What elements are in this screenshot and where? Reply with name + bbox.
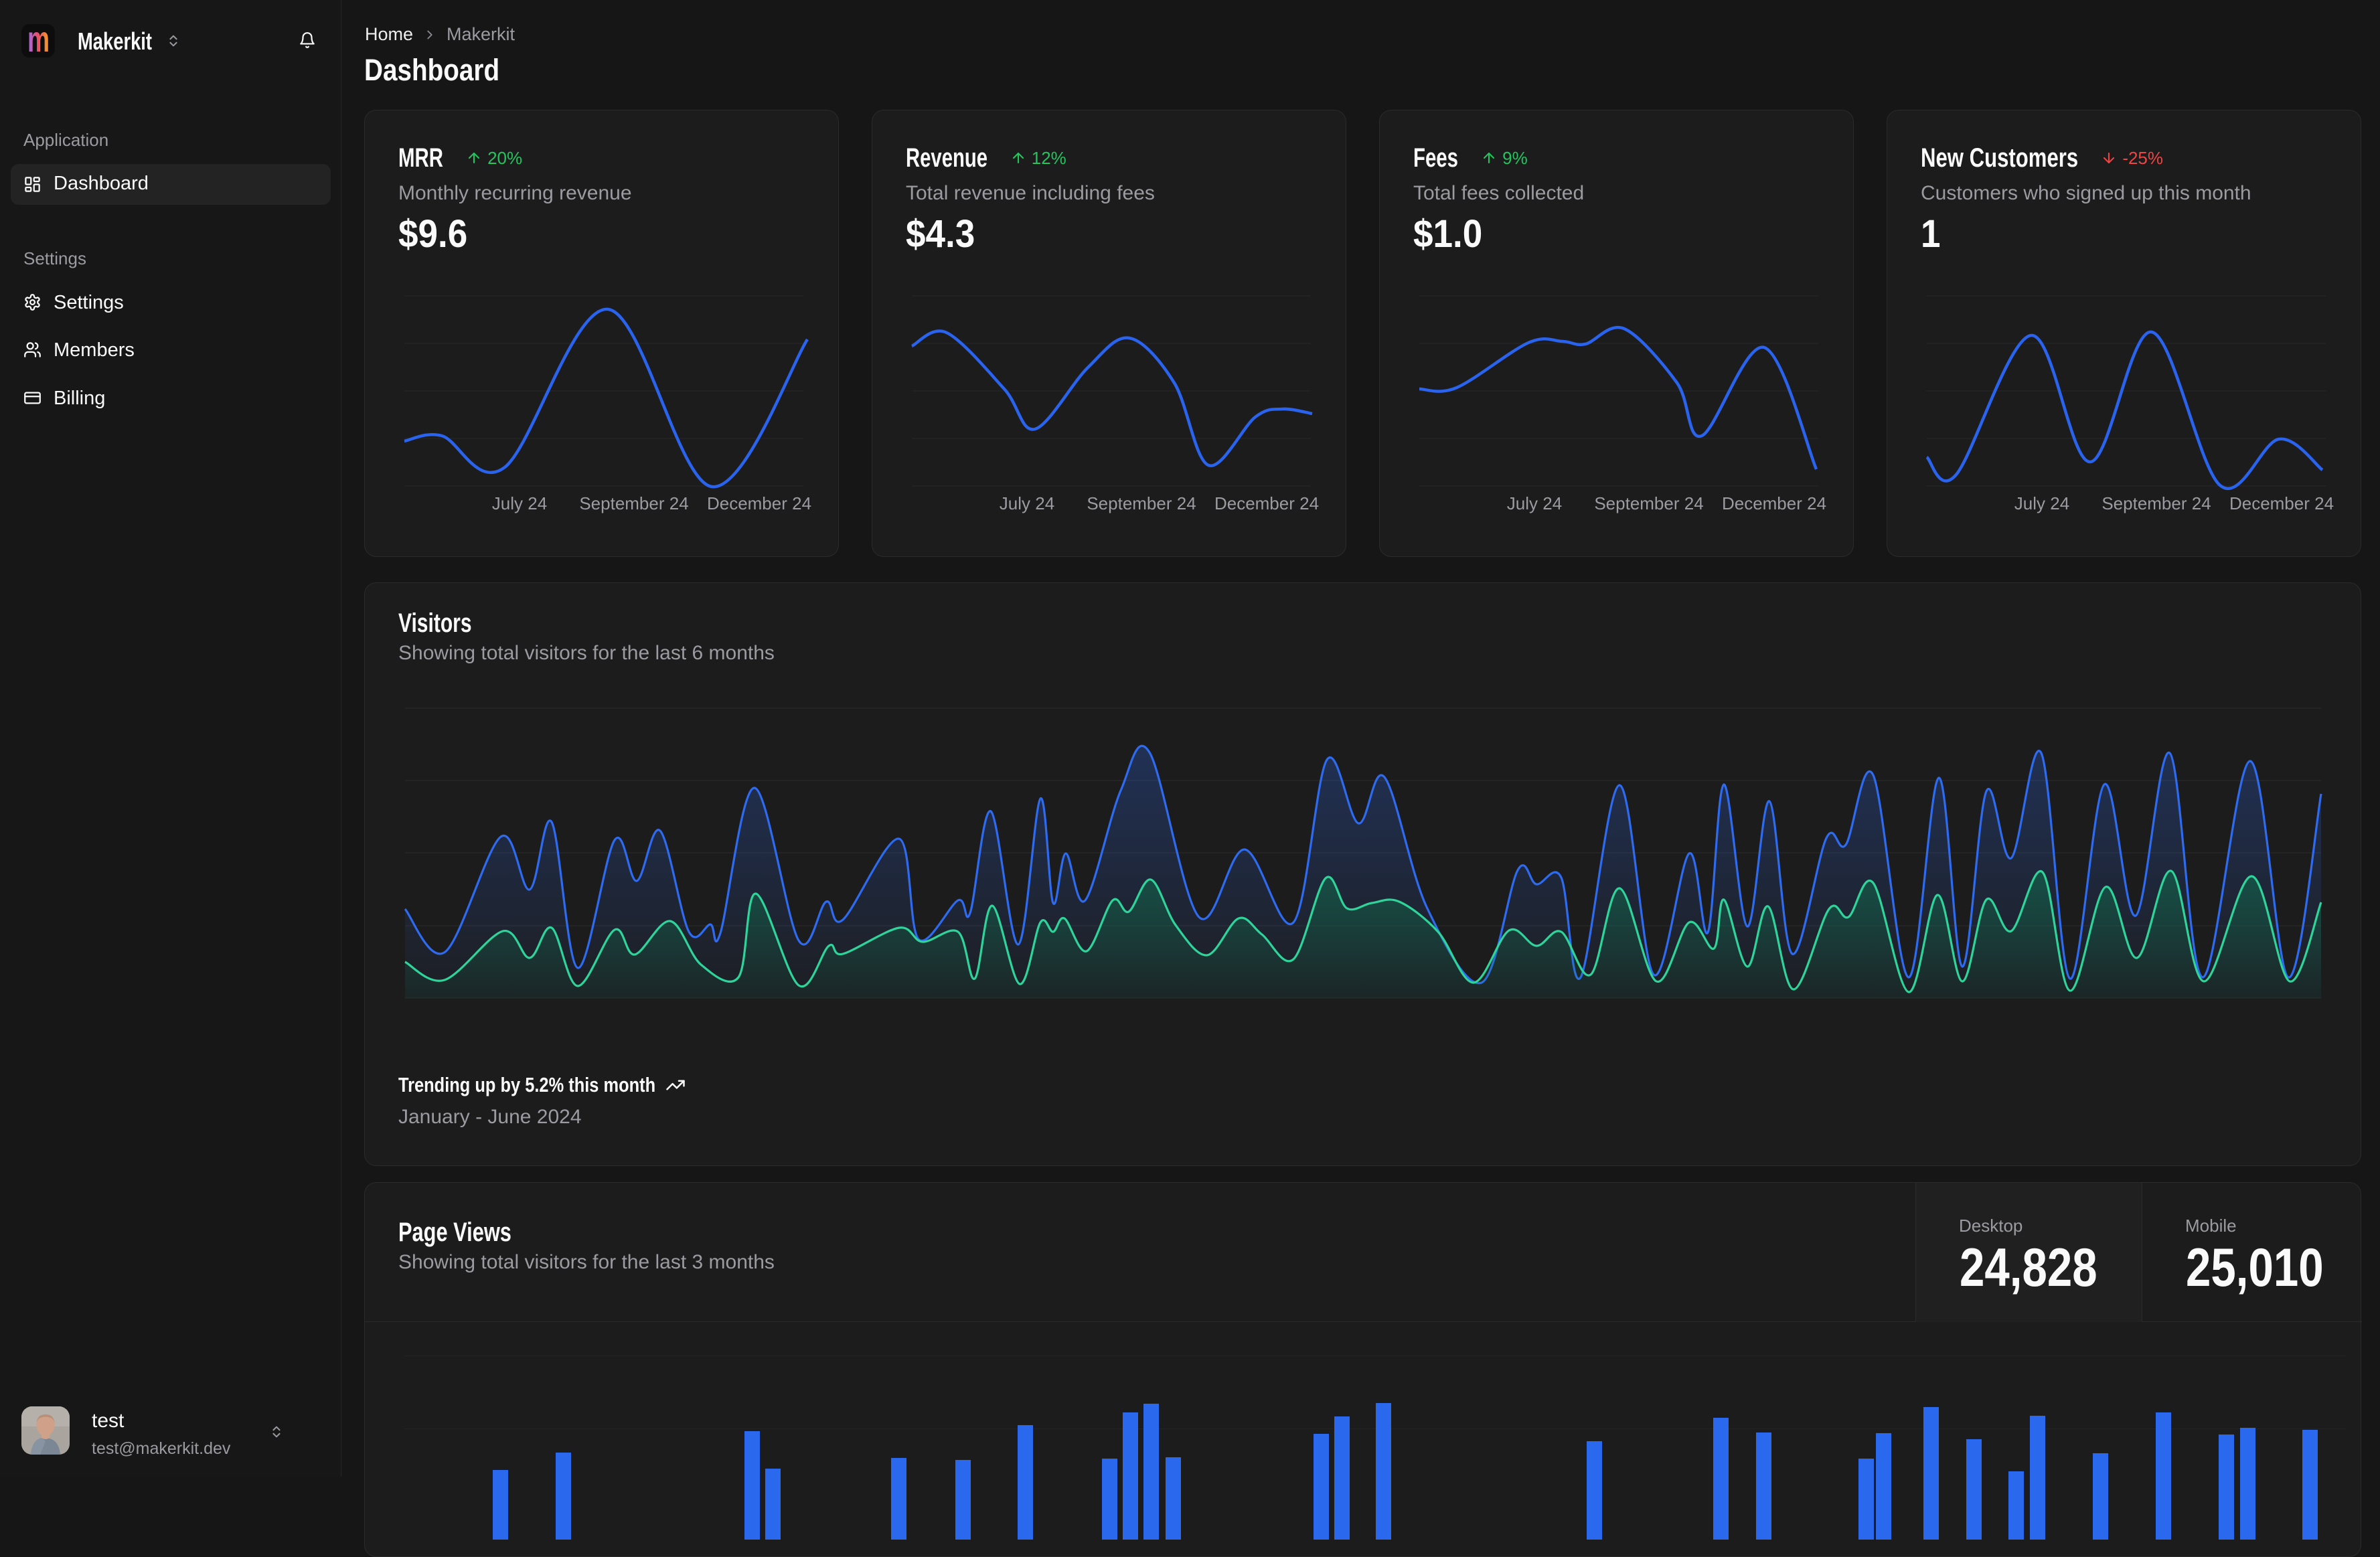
- svg-text:m: m: [27, 24, 50, 58]
